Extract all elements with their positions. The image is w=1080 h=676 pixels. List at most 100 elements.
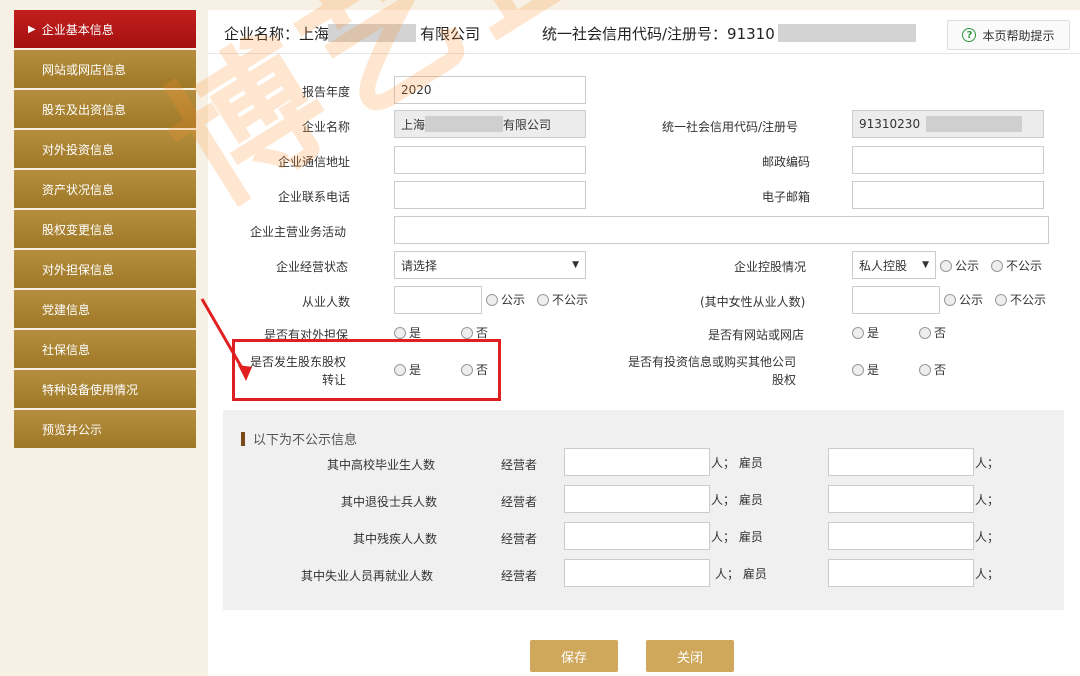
private-section: 以下为不公示信息 其中高校毕业生人数 经营者 人； 雇员 人； 其中退役士兵人数… (223, 410, 1064, 610)
report-year-label: 报告年度 (302, 85, 351, 99)
radio-private[interactable]: 不公示 (537, 291, 588, 308)
company-name-field: 上海 有限公司 (394, 110, 586, 138)
private-row-label: 其中退役士兵人数 (341, 495, 438, 509)
reemployed-operator-field[interactable] (564, 559, 710, 587)
sidebar-item-party[interactable]: 党建信息 (14, 290, 196, 328)
sidebar-item-equity-change[interactable]: 股权变更信息 (14, 210, 196, 248)
help-button[interactable]: ? 本页帮助提示 (947, 20, 1070, 50)
radio-icon (486, 293, 498, 306)
operator-label: 经营者 (501, 569, 538, 583)
website-radios: 是 否 (852, 324, 958, 341)
report-year-field[interactable]: 2020 (394, 76, 586, 104)
radio-yes[interactable]: 是 (852, 361, 879, 378)
disabled-operator-field[interactable] (564, 522, 710, 550)
reemployed-employee-field[interactable] (828, 559, 974, 587)
radio-icon (537, 293, 550, 306)
radio-icon (852, 326, 864, 339)
operator-label: 经营者 (501, 458, 538, 472)
header-bar: 企业名称：上海 有限公司 统一社会信用代码/注册号：91310 ? 本页帮助提示 (208, 10, 1080, 54)
radio-icon (940, 259, 952, 272)
operator-label: 经营者 (501, 532, 538, 546)
radio-yes[interactable]: 是 (852, 324, 879, 341)
radio-private[interactable]: 不公示 (995, 291, 1046, 308)
sidebar-item-preview[interactable]: 预览并公示 (14, 410, 196, 448)
annotation-arrow-icon (200, 298, 252, 381)
postcode-field[interactable] (852, 146, 1044, 174)
disabled-employee-field[interactable] (828, 522, 974, 550)
veteran-employee-field[interactable] (828, 485, 974, 513)
radio-private[interactable]: 不公示 (991, 257, 1042, 274)
invest-label: 是否有投资信息或购买其他公司 股权 (628, 355, 797, 387)
graduate-employee-field[interactable] (828, 448, 974, 476)
employees-label: 从业人数 (302, 295, 351, 309)
female-employees-label: (其中女性从业人数) (700, 295, 806, 309)
address-field[interactable] (394, 146, 586, 174)
unit-label: 人； (975, 456, 1000, 470)
radio-public[interactable]: 公示 (940, 257, 979, 274)
radio-icon (995, 293, 1008, 306)
radio-icon (919, 363, 932, 376)
graduate-operator-field[interactable] (564, 448, 710, 476)
veteran-operator-field[interactable] (564, 485, 710, 513)
save-button[interactable]: 保存 (530, 640, 618, 672)
radio-icon (852, 363, 864, 376)
sidebar-item-guarantee[interactable]: 对外担保信息 (14, 250, 196, 288)
private-section-title: 以下为不公示信息 (241, 429, 357, 448)
female-visibility: 公示 不公示 (944, 291, 1058, 308)
radio-public[interactable]: 公示 (944, 291, 983, 308)
header-company-label: 企业名称：上海 (224, 25, 330, 43)
status-select[interactable]: 请选择 ▼ (394, 251, 586, 279)
credit-code-field: 91310230 (852, 110, 1044, 138)
private-row-label: 其中高校毕业生人数 (327, 458, 436, 472)
sidebar-item-basic-info[interactable]: ▶ 企业基本信息 (14, 10, 196, 48)
radio-no[interactable]: 否 (919, 361, 946, 378)
holding-visibility: 公示 不公示 (940, 257, 1054, 274)
redaction-mask (328, 24, 416, 42)
radio-no[interactable]: 否 (919, 324, 946, 341)
main-panel: 企业名称：上海 有限公司 统一社会信用代码/注册号：91310 ? 本页帮助提示… (200, 10, 1080, 676)
holding-select[interactable]: 私人控股 ▼ (852, 251, 936, 279)
employee-label: 人； 雇员 (711, 530, 763, 544)
employees-visibility: 公示 不公示 (486, 291, 600, 308)
female-employees-field[interactable] (852, 286, 940, 314)
redaction-mask (425, 116, 504, 132)
sidebar-item-social-security[interactable]: 社保信息 (14, 330, 196, 368)
email-field[interactable] (852, 181, 1044, 209)
operator-label: 经营者 (501, 495, 538, 509)
caret-right-icon: ▶ (28, 23, 36, 35)
email-label: 电子邮箱 (762, 190, 811, 204)
postcode-label: 邮政编码 (762, 155, 811, 169)
highlight-box (232, 339, 501, 401)
sidebar-item-investment[interactable]: 对外投资信息 (14, 130, 196, 168)
section-bar-icon (241, 431, 245, 446)
radio-icon (991, 259, 1004, 272)
address-label: 企业通信地址 (278, 155, 351, 169)
sidebar-item-shareholders[interactable]: 股东及出资信息 (14, 90, 196, 128)
unit-label: 人； (975, 530, 1000, 544)
radio-icon (919, 326, 932, 339)
header-company-suffix: 有限公司 (420, 25, 481, 43)
private-row-label: 其中失业人员再就业人数 (301, 569, 434, 583)
unit-label: 人； (975, 493, 1000, 507)
redaction-mask (778, 24, 916, 42)
holding-label: 企业控股情况 (734, 260, 807, 274)
private-row-label: 其中残疾人人数 (353, 532, 438, 546)
question-icon: ? (962, 28, 977, 42)
company-name-label: 企业名称 (302, 120, 351, 134)
business-field[interactable] (394, 216, 1049, 244)
radio-public[interactable]: 公示 (486, 291, 525, 308)
radio-icon (394, 326, 406, 339)
redaction-mask (926, 116, 1023, 132)
caret-down-icon: ▼ (922, 260, 929, 270)
header-credit-label: 统一社会信用代码/注册号：91310 (542, 25, 775, 43)
sidebar-item-assets[interactable]: 资产状况信息 (14, 170, 196, 208)
employees-field[interactable] (394, 286, 482, 314)
phone-field[interactable] (394, 181, 586, 209)
radio-icon (461, 326, 474, 339)
employee-label: 人； 雇员 (715, 567, 767, 581)
caret-down-icon: ▼ (572, 260, 579, 270)
close-button[interactable]: 关闭 (646, 640, 734, 672)
business-label: 企业主营业务活动 (250, 225, 347, 239)
sidebar-item-special-equipment[interactable]: 特种设备使用情况 (14, 370, 196, 408)
sidebar-item-website[interactable]: 网站或网店信息 (14, 50, 196, 88)
